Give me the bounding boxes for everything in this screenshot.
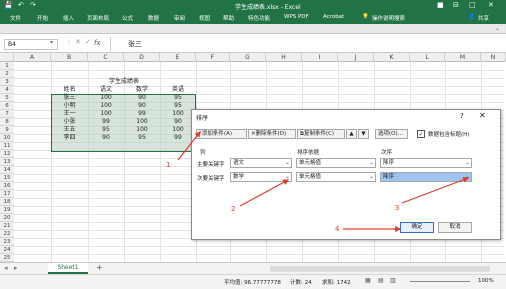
status-average: 平均值: 96.77777778 bbox=[224, 280, 281, 286]
zoom-level[interactable]: 100% bbox=[478, 278, 494, 284]
arrow-3 bbox=[401, 176, 470, 204]
sheet-tab-bar: ◂ ▸ Sheet1 + bbox=[0, 262, 506, 274]
sheet-tab-sheet1[interactable]: Sheet1 bbox=[48, 263, 88, 274]
status-count: 计数: 24 bbox=[290, 280, 312, 286]
arrow-1 bbox=[177, 131, 201, 161]
zoom-slider[interactable] bbox=[410, 281, 470, 282]
annotation-arrows bbox=[177, 131, 470, 232]
page-layout-icon[interactable]: ▤ bbox=[378, 277, 384, 284]
status-sum: 求和: 1742 bbox=[322, 280, 351, 286]
status-bar: 平均值: 96.77777778 计数: 24 求和: 1742 ▦ ▤ ▥ 1… bbox=[0, 274, 506, 289]
horizontal-scrollbar[interactable] bbox=[270, 266, 490, 272]
annotation-number: 1 bbox=[166, 161, 171, 169]
annotation-number: 4 bbox=[335, 225, 340, 233]
prev-sheet-icon[interactable]: ◂ bbox=[4, 264, 8, 272]
normal-view-icon[interactable]: ▦ bbox=[365, 277, 371, 284]
add-sheet-button[interactable]: + bbox=[96, 263, 103, 272]
page-break-icon[interactable]: ▥ bbox=[390, 277, 396, 284]
annotation-number: 2 bbox=[231, 205, 236, 213]
next-sheet-icon[interactable]: ▸ bbox=[14, 264, 18, 272]
annotation-number: 3 bbox=[395, 204, 400, 212]
arrow-2 bbox=[239, 179, 290, 207]
